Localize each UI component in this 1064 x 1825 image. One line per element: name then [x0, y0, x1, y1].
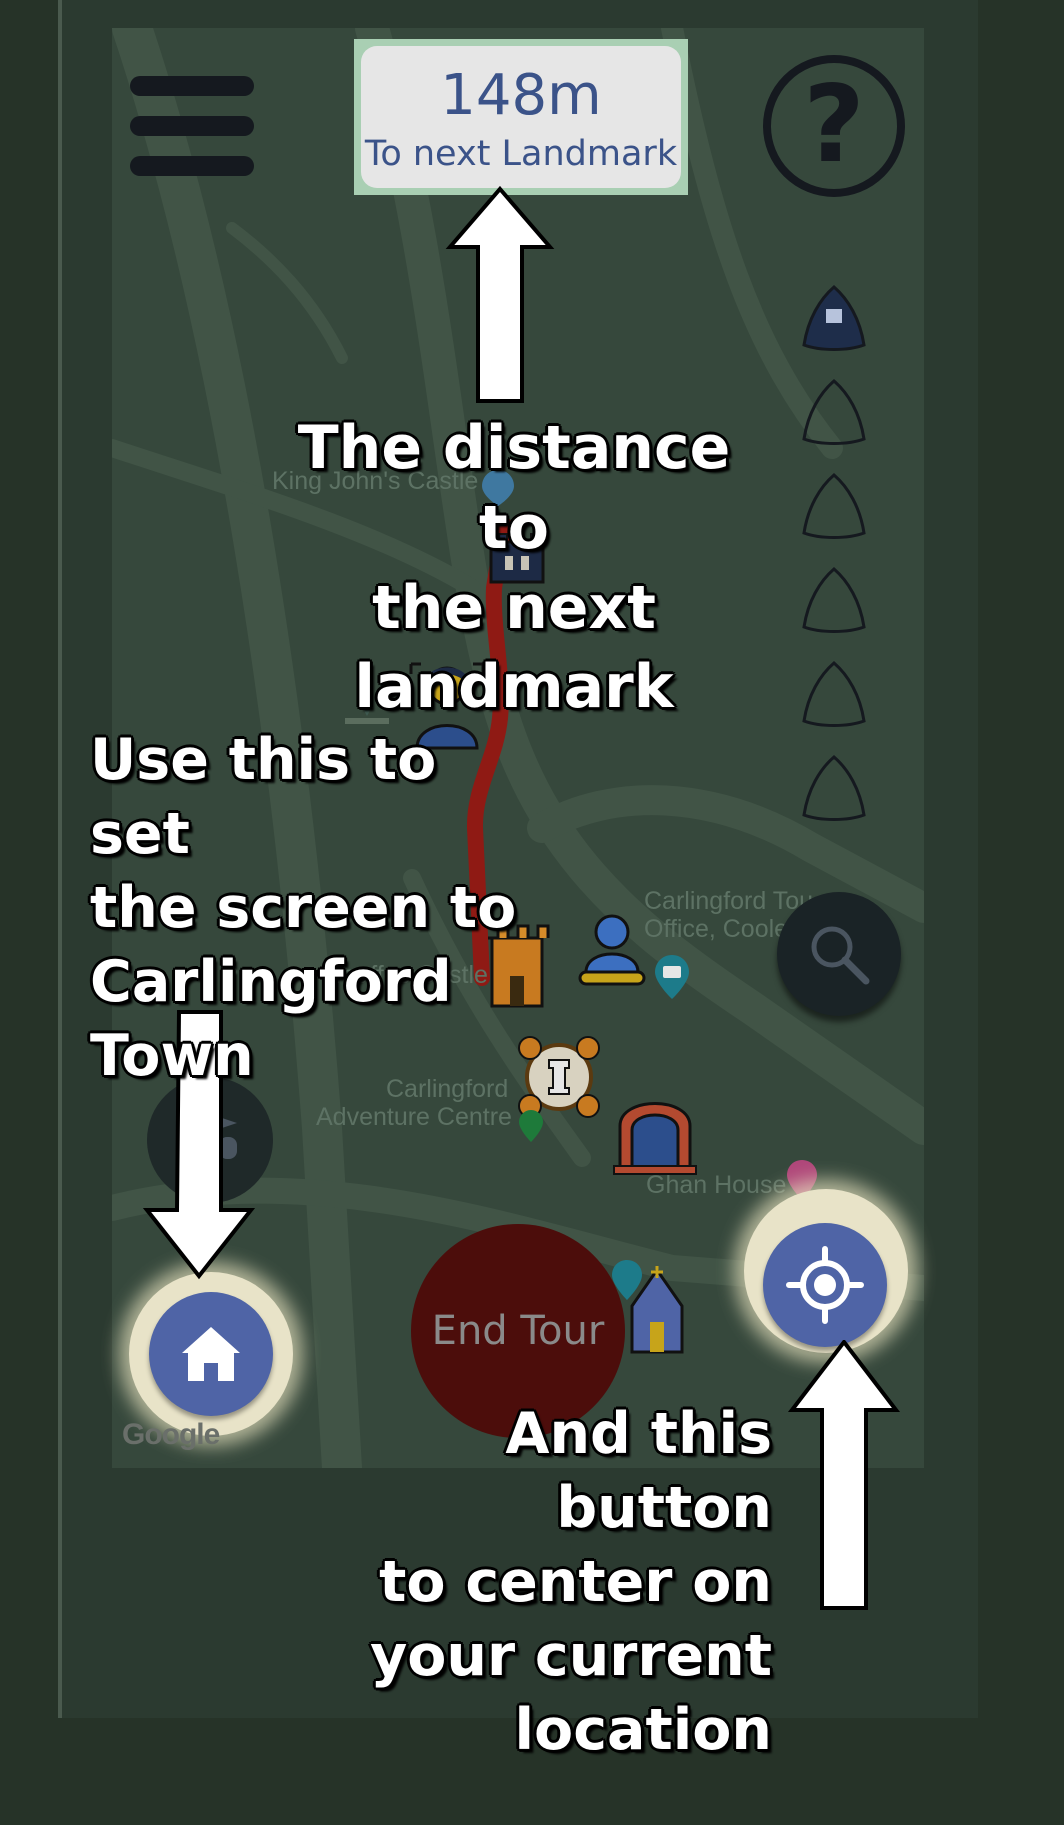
annotation-line: location — [514, 1697, 772, 1764]
map-label-tourist-office-1: Carlingford Tou — [644, 887, 814, 915]
map-label-ghan-house: Ghan House — [646, 1171, 787, 1199]
home-icon — [182, 1327, 240, 1381]
annotation-line: your current — [370, 1623, 772, 1690]
annotation-line: Use this to set — [90, 727, 437, 868]
statue-marker-icon[interactable] — [572, 908, 652, 988]
menu-bar — [130, 156, 254, 176]
menu-bar — [130, 116, 254, 136]
distance-card: 148m To next Landmark — [361, 46, 681, 188]
google-attribution: Google — [122, 1418, 220, 1451]
menu-icon[interactable] — [130, 76, 254, 180]
home-button[interactable] — [149, 1292, 273, 1416]
landmark-pending-icon — [802, 379, 866, 445]
arrow-up-icon — [787, 1340, 901, 1610]
landmark-pending-icon — [802, 473, 866, 539]
distance-caption: To next Landmark — [364, 134, 678, 174]
menu-bar — [130, 76, 254, 96]
annotation-line: Carlingford — [90, 949, 452, 1016]
search-button[interactable] — [777, 892, 901, 1016]
landmark-pending-icon — [802, 661, 866, 727]
distance-value: 148m — [440, 63, 602, 128]
landmark-progress — [800, 285, 876, 849]
arrow-up-icon — [445, 185, 555, 403]
annotation-distance: The distance to the next landmark — [254, 409, 774, 728]
annotation-line: the screen to — [90, 875, 517, 942]
door-marker-icon[interactable] — [610, 1086, 700, 1176]
camera-pin-icon — [655, 955, 689, 999]
landmark-visited-icon — [802, 285, 866, 351]
annotation-line: And this button — [505, 1401, 772, 1542]
annotation-line: The distance to — [297, 413, 731, 563]
map-label-adventure-2: Adventure Centre — [316, 1103, 512, 1131]
green-pin-icon — [519, 1110, 543, 1142]
crosshair-icon — [786, 1246, 864, 1324]
frame-edge — [58, 0, 62, 1718]
distance-panel: 148m To next Landmark — [354, 39, 688, 195]
annotation-locate: And this button to center on your curren… — [296, 1397, 772, 1767]
annotation-line: to center on — [379, 1549, 772, 1616]
help-icon[interactable]: ? — [763, 55, 905, 197]
annotation-line: landmark — [354, 652, 674, 723]
annotation-line: the next — [372, 572, 656, 643]
search-icon — [811, 926, 870, 985]
landmark-pending-icon — [802, 755, 866, 821]
map-label-tourist-office-2: Office, Coole — [644, 915, 789, 943]
landmark-pending-icon — [802, 567, 866, 633]
annotation-line: Town — [90, 1023, 254, 1090]
annotation-home: Use this to set the screen to Carlingfor… — [90, 723, 550, 1093]
locate-button[interactable] — [763, 1223, 887, 1347]
